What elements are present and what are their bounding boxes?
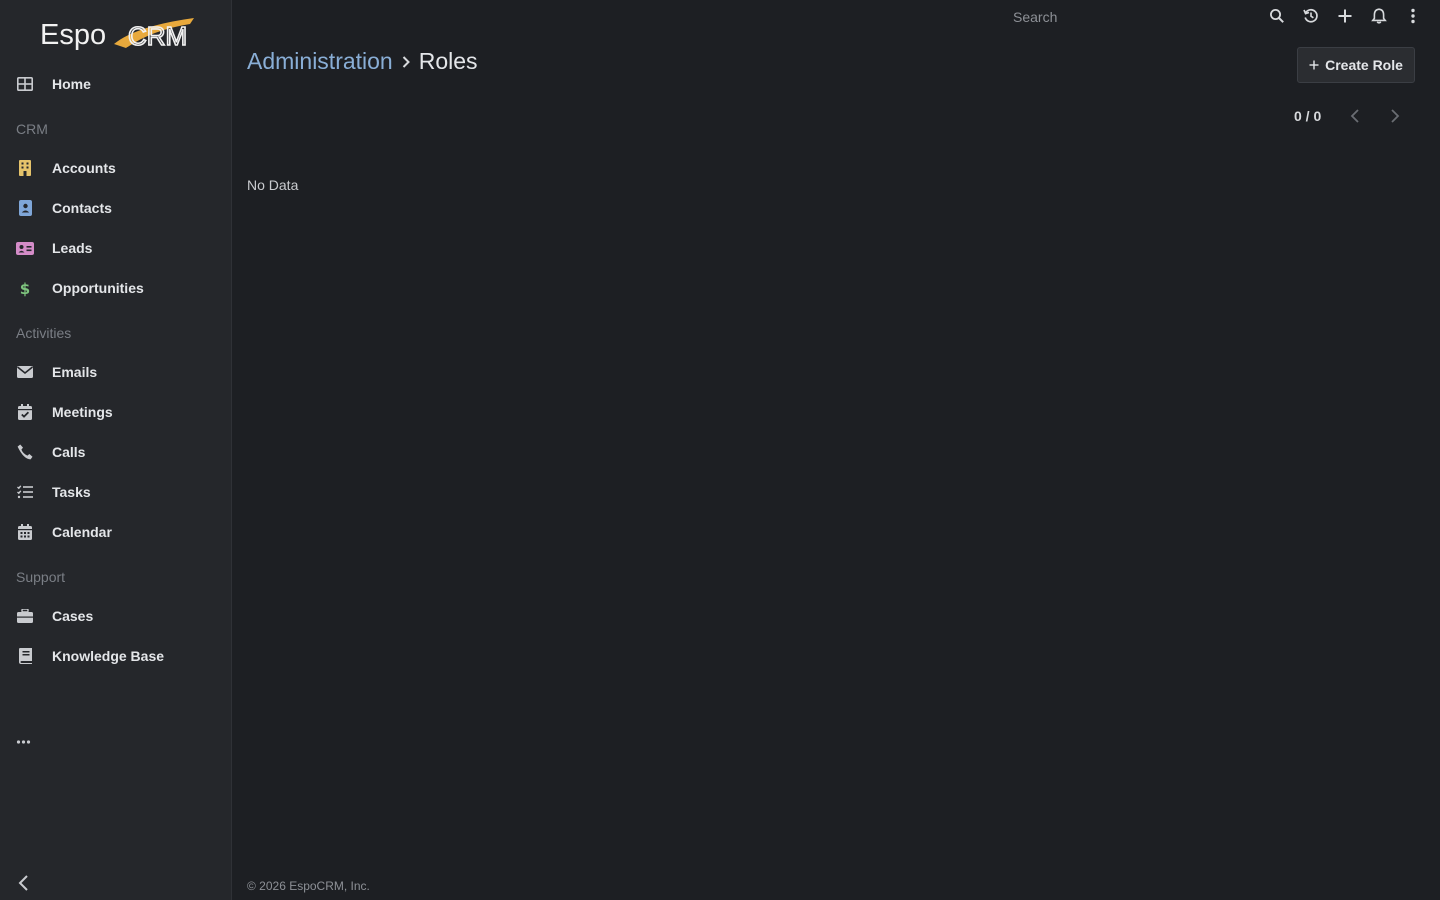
sidebar-item-accounts[interactable]: Accounts [0, 150, 231, 186]
search-icon[interactable] [1267, 6, 1287, 26]
sidebar-item-opportunities[interactable]: $ Opportunities [0, 270, 231, 306]
page-title: Roles [418, 48, 478, 74]
svg-text:$: $ [20, 280, 30, 297]
calendar-icon [16, 523, 34, 541]
sidebar-item-label: Meetings [52, 404, 113, 420]
briefcase-icon [16, 607, 34, 625]
sidebar-item-label: Cases [52, 608, 94, 624]
id-card-icon [16, 239, 34, 257]
sidebar-item-label: Tasks [52, 484, 91, 500]
address-card-icon [16, 199, 34, 217]
sidebar-item-tasks[interactable]: Tasks [0, 474, 231, 510]
sidebar-item-calendar[interactable]: Calendar [0, 514, 231, 550]
svg-text:CRM: CRM [128, 21, 187, 51]
pagination-count: 0 / 0 [1294, 108, 1322, 124]
kebab-menu-icon[interactable] [1403, 6, 1423, 26]
sidebar-item-label: Home [52, 76, 91, 92]
book-icon [16, 647, 34, 665]
sidebar-item-contacts[interactable]: Contacts [0, 190, 231, 226]
building-icon [16, 159, 34, 177]
app-logo[interactable]: Espo CRM [40, 14, 200, 54]
sidebar-item-label: Calls [52, 444, 86, 460]
more-menu-icon[interactable] [16, 734, 34, 748]
sidebar-item-label: Accounts [52, 160, 116, 176]
nav-group-support: Support [16, 569, 66, 585]
tasks-icon [16, 483, 34, 501]
nav-group-crm: CRM [16, 121, 48, 137]
sidebar-item-label: Leads [52, 240, 93, 256]
sidebar-item-home[interactable]: Home [0, 66, 231, 102]
sidebar-item-label: Knowledge Base [52, 648, 165, 664]
nav-group-activities: Activities [16, 325, 72, 341]
calendar-check-icon [16, 403, 34, 421]
sidebar-item-knowledge-base[interactable]: Knowledge Base [0, 638, 231, 674]
create-role-label: Create Role [1325, 57, 1403, 73]
sidebar-item-label: Emails [52, 364, 98, 380]
envelope-icon [16, 363, 34, 381]
svg-text:Espo: Espo [40, 19, 106, 51]
sidebar: Espo CRM Home CRM Accounts Contacts Lead… [0, 0, 232, 900]
chevron-right-icon [401, 55, 411, 69]
sidebar-item-label: Opportunities [52, 280, 144, 296]
empty-state-text: No Data [247, 177, 299, 193]
sidebar-item-label: Contacts [52, 200, 112, 216]
history-icon[interactable] [1301, 6, 1321, 26]
espocrm-logo-icon: Espo CRM [40, 18, 194, 52]
breadcrumb: Administration Roles [247, 48, 478, 75]
th-large-icon [16, 75, 34, 93]
next-page-icon[interactable] [1386, 107, 1404, 125]
bell-icon[interactable] [1369, 6, 1389, 26]
create-role-button[interactable]: Create Role [1297, 47, 1415, 83]
sidebar-item-calls[interactable]: Calls [0, 434, 231, 470]
sidebar-item-meetings[interactable]: Meetings [0, 394, 231, 430]
footer-copyright: © 2026 EspoCRM, Inc. [247, 879, 370, 893]
sidebar-item-leads[interactable]: Leads [0, 230, 231, 266]
collapse-sidebar-icon[interactable] [14, 872, 34, 894]
global-search-input[interactable] [1013, 7, 1253, 27]
plus-icon[interactable] [1335, 6, 1355, 26]
sidebar-item-emails[interactable]: Emails [0, 354, 231, 390]
plus-icon [1309, 57, 1319, 73]
previous-page-icon[interactable] [1346, 107, 1364, 125]
phone-icon [16, 443, 34, 461]
sidebar-item-label: Calendar [52, 524, 112, 540]
sidebar-item-cases[interactable]: Cases [0, 598, 231, 634]
breadcrumb-administration-link[interactable]: Administration [247, 48, 393, 75]
dollar-icon: $ [16, 279, 34, 297]
